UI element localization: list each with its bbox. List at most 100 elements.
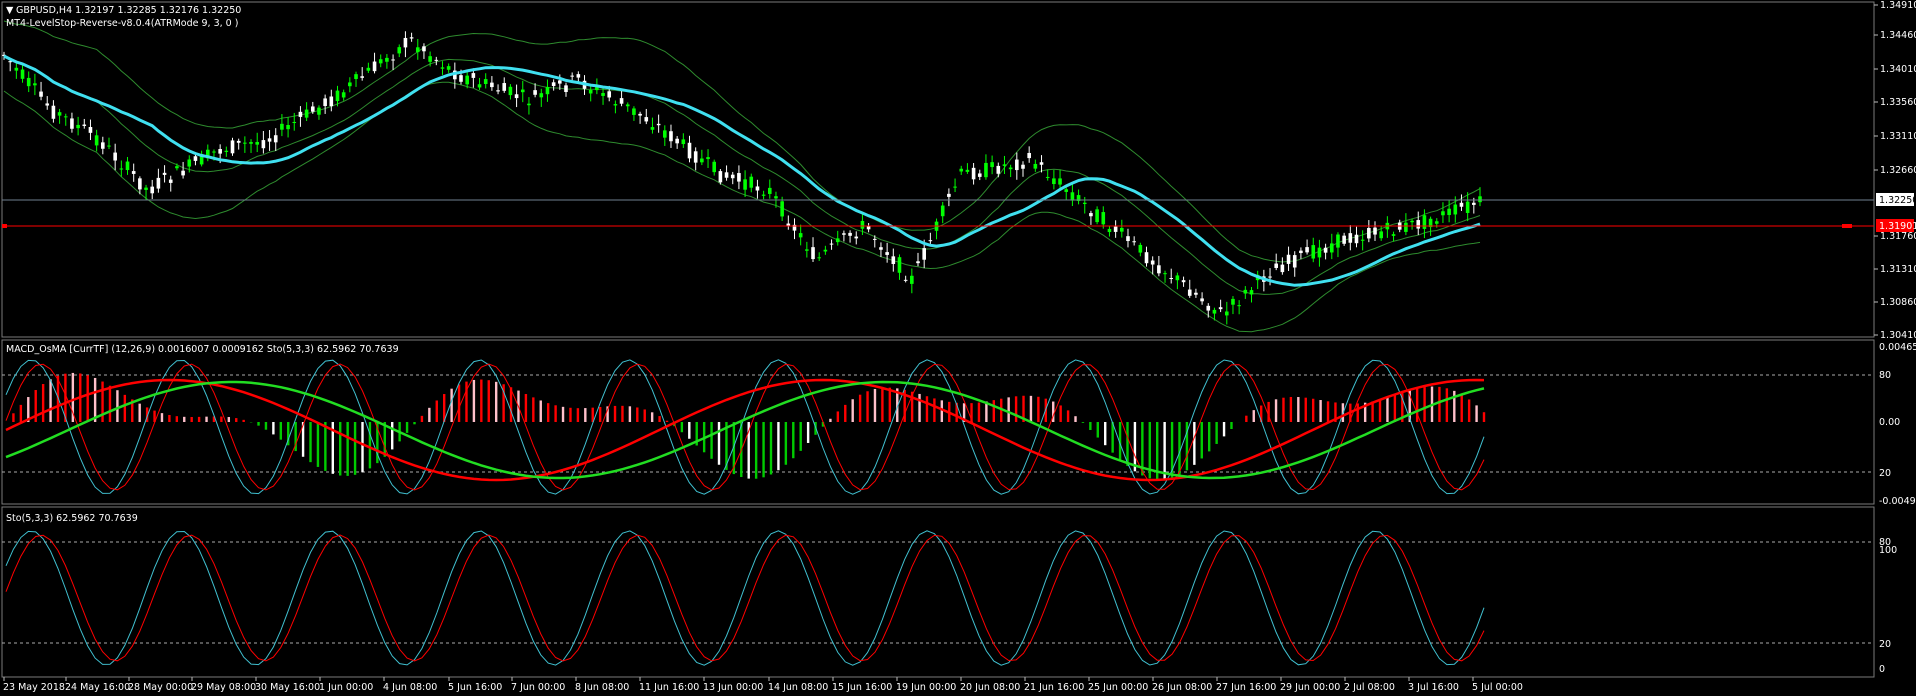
candle-bear[interactable] <box>1021 164 1025 169</box>
candle-bull[interactable] <box>483 79 488 84</box>
mt4-chart-window[interactable]: ▼ GBPUSD,H4 1.32197 1.32285 1.32176 1.32… <box>0 0 1916 696</box>
candle-bull[interactable] <box>1404 222 1408 232</box>
candle-bull[interactable] <box>990 162 994 168</box>
candle-bull[interactable] <box>255 142 260 145</box>
candle-bear[interactable] <box>1472 202 1476 205</box>
candle-bull[interactable] <box>1175 275 1180 281</box>
candle-bear[interactable] <box>113 152 117 161</box>
candle-bull[interactable] <box>1002 164 1007 166</box>
candle-bull[interactable] <box>1249 290 1254 295</box>
candle-bull[interactable] <box>910 275 914 284</box>
candle-bull[interactable] <box>1082 202 1087 204</box>
candle-bull[interactable] <box>520 89 525 93</box>
candle-bull[interactable] <box>428 56 432 62</box>
candle-bull[interactable] <box>1422 215 1427 229</box>
candle-bear[interactable] <box>996 165 1001 174</box>
candle-bull[interactable] <box>243 142 247 144</box>
candle-bull[interactable] <box>94 135 99 146</box>
candle-bull[interactable] <box>1095 209 1099 223</box>
candle-bull[interactable] <box>984 162 988 178</box>
candle-bull[interactable] <box>817 257 821 259</box>
candle-bear[interactable] <box>947 193 951 197</box>
candle-bear[interactable] <box>829 243 834 245</box>
candle-bear[interactable] <box>1169 278 1174 280</box>
candle-bull[interactable] <box>107 145 111 147</box>
candle-bear[interactable] <box>1181 280 1186 283</box>
candle-bull[interactable] <box>415 47 420 53</box>
candlesticks[interactable] <box>2 31 1482 325</box>
candle-bear[interactable] <box>156 177 161 189</box>
candle-bull[interactable] <box>650 127 655 130</box>
candle-bear[interactable] <box>1194 292 1198 295</box>
candle-bear[interactable] <box>162 172 167 175</box>
candle-bull[interactable] <box>335 90 340 102</box>
candle-bull[interactable] <box>1212 309 1217 314</box>
candle-bull[interactable] <box>292 121 297 123</box>
candle-bear[interactable] <box>1292 255 1297 268</box>
candle-bear[interactable] <box>360 76 364 78</box>
candle-bull[interactable] <box>1101 212 1106 225</box>
candle-bull[interactable] <box>1237 305 1241 307</box>
candle-bull[interactable] <box>76 124 80 129</box>
candle-bear[interactable] <box>1323 247 1328 253</box>
candle-bull[interactable] <box>378 59 383 64</box>
candle-bear[interactable] <box>533 90 537 95</box>
candle-bull[interactable] <box>508 86 513 96</box>
candle-bull[interactable] <box>1317 247 1322 258</box>
candle-bull[interactable] <box>1360 239 1365 241</box>
candle-bear[interactable] <box>872 238 877 240</box>
candle-bear[interactable] <box>675 138 679 144</box>
candle-bull[interactable] <box>823 249 828 252</box>
candle-bear[interactable] <box>1015 159 1019 171</box>
candle-bull[interactable] <box>860 220 865 229</box>
candle-bull[interactable] <box>681 139 686 145</box>
candle-bear[interactable] <box>218 149 222 154</box>
candle-bear[interactable] <box>372 61 377 72</box>
candle-bull[interactable] <box>1453 204 1458 215</box>
candle-bear[interactable] <box>273 135 278 143</box>
candle-bull[interactable] <box>304 109 309 118</box>
candle-bear[interactable] <box>1373 227 1377 235</box>
candle-bull[interactable] <box>1329 243 1334 253</box>
candle-bear[interactable] <box>138 178 142 190</box>
candle-bull[interactable] <box>539 93 544 98</box>
candle-bear[interactable] <box>39 91 43 97</box>
candle-bull[interactable] <box>601 93 605 96</box>
candle-bear[interactable] <box>551 82 556 87</box>
candle-bull[interactable] <box>446 66 451 70</box>
candle-bull[interactable] <box>780 201 784 217</box>
candle-bull[interactable] <box>212 151 216 153</box>
candle-bull[interactable] <box>385 57 389 62</box>
candle-bear[interactable] <box>1150 260 1155 265</box>
candle-bear[interactable] <box>885 252 889 255</box>
candle-bear[interactable] <box>1268 276 1272 278</box>
candle-bear[interactable] <box>916 261 920 264</box>
candle-bear[interactable] <box>1299 250 1303 254</box>
candle-bear[interactable] <box>1206 305 1211 311</box>
candle-bear[interactable] <box>1218 307 1223 310</box>
candle-bear[interactable] <box>1342 235 1346 244</box>
candle-bull[interactable] <box>1008 167 1013 170</box>
candle-bull[interactable] <box>341 92 346 98</box>
candle-bear[interactable] <box>1187 289 1192 296</box>
candle-bull[interactable] <box>588 89 593 94</box>
candle-bull[interactable] <box>805 249 809 251</box>
candle-bear[interactable] <box>718 171 723 183</box>
candle-bear[interactable] <box>848 232 852 236</box>
candle-bull[interactable] <box>1224 311 1229 316</box>
candle-bear[interactable] <box>150 186 155 194</box>
candle-bull[interactable] <box>465 75 469 85</box>
candle-bear[interactable] <box>564 85 568 93</box>
candle-bear[interactable] <box>1089 213 1093 217</box>
candle-bear[interactable] <box>687 142 692 159</box>
candle-bull[interactable] <box>1447 208 1451 215</box>
candle-bull[interactable] <box>767 187 772 194</box>
candle-bear[interactable] <box>101 142 105 149</box>
candle-bear[interactable] <box>922 248 926 260</box>
candle-bear[interactable] <box>891 256 896 264</box>
candle-bear[interactable] <box>434 59 439 61</box>
candle-bear[interactable] <box>879 247 883 250</box>
candle-bear[interactable] <box>854 236 859 239</box>
candle-bear[interactable] <box>1286 254 1291 264</box>
candle-bear[interactable] <box>971 167 976 180</box>
